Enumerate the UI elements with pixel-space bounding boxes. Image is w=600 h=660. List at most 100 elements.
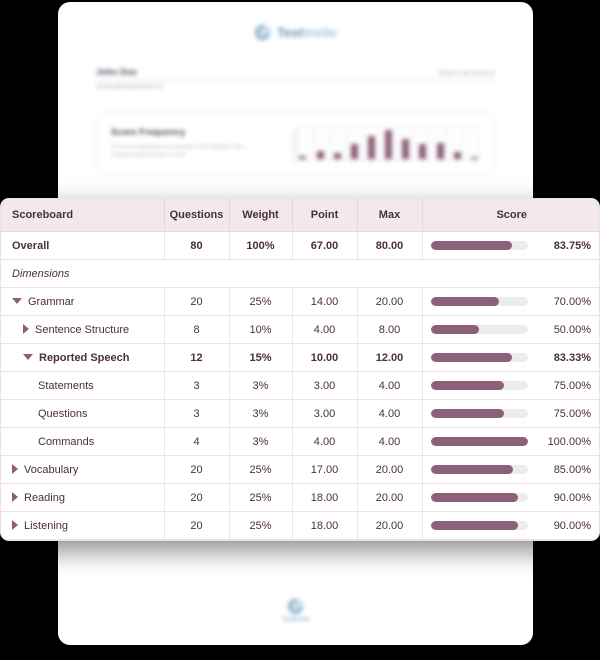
row-questions: 20 xyxy=(164,511,230,540)
score-progress-track xyxy=(430,353,528,362)
row-score-cell: 75.00% xyxy=(422,399,599,428)
chevron-right-icon[interactable] xyxy=(12,519,18,530)
row-score-cell: 100.00% xyxy=(422,427,599,456)
row-label-cell[interactable]: Reported Speech xyxy=(1,343,165,372)
score-progress-fill xyxy=(430,297,499,306)
row-label: Vocabulary xyxy=(24,463,79,476)
row-point: 17.00 xyxy=(292,455,358,484)
dimensions-label: Dimensions xyxy=(1,259,599,288)
row-max: 20.00 xyxy=(357,511,423,540)
score-progress-track xyxy=(430,297,528,306)
score-progress-fill xyxy=(430,353,512,362)
table-row: Reported Speech 12 15% 10.00 12.00 83.33% xyxy=(1,343,599,372)
score-percent-label: 75.00% xyxy=(553,379,591,392)
row-weight: 25% xyxy=(229,455,293,484)
header-brand: TestInvite xyxy=(58,24,533,41)
row-label: Grammar xyxy=(28,295,75,308)
table-row: Commands 4 3% 4.00 4.00 100.00% xyxy=(1,427,599,456)
row-label: Sentence Structure xyxy=(35,323,130,336)
chart-x-tick: 1 xyxy=(318,161,320,165)
row-label-cell[interactable]: Grammar xyxy=(1,287,165,316)
row-weight: 3% xyxy=(229,371,293,400)
column-header-score: Score xyxy=(422,199,599,232)
row-point: 18.00 xyxy=(292,483,358,512)
row-max: 4.00 xyxy=(357,399,423,428)
chart-bar xyxy=(453,152,461,159)
row-max: 12.00 xyxy=(357,343,423,372)
row-label-cell[interactable]: Reading xyxy=(1,483,165,512)
row-max: 8.00 xyxy=(357,315,423,344)
row-max: 4.00 xyxy=(357,427,423,456)
row-label-cell[interactable]: Vocabulary xyxy=(1,455,165,484)
row-point: 14.00 xyxy=(292,287,358,316)
table-row: Grammar 20 25% 14.00 20.00 70.00% xyxy=(1,287,599,316)
brand-name: TestInvite xyxy=(277,25,337,40)
score-percent-label: 83.75% xyxy=(553,239,591,252)
row-score-cell: 90.00% xyxy=(422,511,599,540)
score-percent-label: 83.33% xyxy=(553,351,591,364)
scoreboard-body: Overall 80 100% 67.00 80.00 83.75% Dimensions G… xyxy=(1,231,599,540)
chart-bar xyxy=(470,157,478,159)
report-date: 2023-07-26 16:05:21 xyxy=(439,71,495,77)
row-weight: 25% xyxy=(229,287,293,316)
footer-brand-name: TestInvite xyxy=(281,617,310,623)
chart-x-tick: 0 xyxy=(301,161,303,165)
chevron-right-icon[interactable] xyxy=(23,323,29,334)
score-progress-fill xyxy=(430,465,514,474)
chart-bar xyxy=(299,156,307,159)
candidate-name: John Doe xyxy=(96,67,138,77)
candidate-email: johndoe@examplemail.com xyxy=(96,84,163,90)
chart-bar xyxy=(436,142,444,159)
score-progress-track xyxy=(430,381,528,390)
table-row: Statements 3 3% 3.00 4.00 75.00% xyxy=(1,371,599,400)
row-score-cell: 50.00% xyxy=(422,315,599,344)
chart-x-tick: 8 xyxy=(439,161,441,165)
score-frequency-card: Score Frequency The test was administere… xyxy=(96,112,495,174)
chevron-down-icon[interactable] xyxy=(23,353,33,360)
row-weight: 10% xyxy=(229,315,293,344)
column-header-max: Max xyxy=(357,199,423,232)
column-header-questions: Questions xyxy=(164,199,230,232)
score-percent-label: 50.00% xyxy=(553,323,591,336)
row-weight: 25% xyxy=(229,511,293,540)
row-label: Questions xyxy=(38,407,88,420)
chevron-down-icon[interactable] xyxy=(12,297,22,304)
chart-bar xyxy=(316,151,324,159)
row-score-cell: 83.75% xyxy=(422,231,599,260)
table-row: Sentence Structure 8 10% 4.00 8.00 50.00% xyxy=(1,315,599,344)
score-progress-track xyxy=(430,493,528,502)
score-frequency-text: Score Frequency The test was administere… xyxy=(111,127,281,159)
chart-y-tick: 15 xyxy=(291,146,295,150)
row-weight: 3% xyxy=(229,399,293,428)
row-questions: 3 xyxy=(164,371,230,400)
row-label-cell[interactable]: Sentence Structure xyxy=(1,315,165,344)
row-weight: 3% xyxy=(229,427,293,456)
row-max: 80.00 xyxy=(357,231,423,260)
score-percent-label: 70.00% xyxy=(553,295,591,308)
score-progress-fill xyxy=(430,521,519,530)
row-max: 4.00 xyxy=(357,371,423,400)
chevron-right-icon[interactable] xyxy=(12,491,18,502)
row-questions: 8 xyxy=(164,315,230,344)
table-row: Listening 20 25% 18.00 20.00 90.00% xyxy=(1,511,599,540)
row-label: Overall xyxy=(12,239,50,252)
row-weight: 25% xyxy=(229,483,293,512)
score-progress-track xyxy=(430,325,528,334)
chart-bar xyxy=(402,138,410,159)
chevron-right-icon[interactable] xyxy=(12,463,18,474)
score-percent-label: 100.00% xyxy=(547,435,591,448)
row-max: 20.00 xyxy=(357,483,423,512)
row-label-cell: Overall xyxy=(1,231,165,260)
column-header-weight: Weight xyxy=(229,199,293,232)
score-frequency-description: The test was administered to a populatio… xyxy=(111,144,245,157)
score-percent-label: 85.00% xyxy=(553,463,591,476)
score-frequency-title: Score Frequency xyxy=(111,127,186,138)
row-questions: 20 xyxy=(164,287,230,316)
row-weight: 15% xyxy=(229,343,293,372)
score-percent-label: 90.00% xyxy=(553,519,591,532)
score-progress-track xyxy=(430,465,528,474)
chart-x-tick: 10 xyxy=(472,161,477,165)
chart-x-tick: 6 xyxy=(404,161,407,165)
row-score-cell: 83.33% xyxy=(422,343,599,372)
row-label-cell[interactable]: Listening xyxy=(1,511,165,540)
